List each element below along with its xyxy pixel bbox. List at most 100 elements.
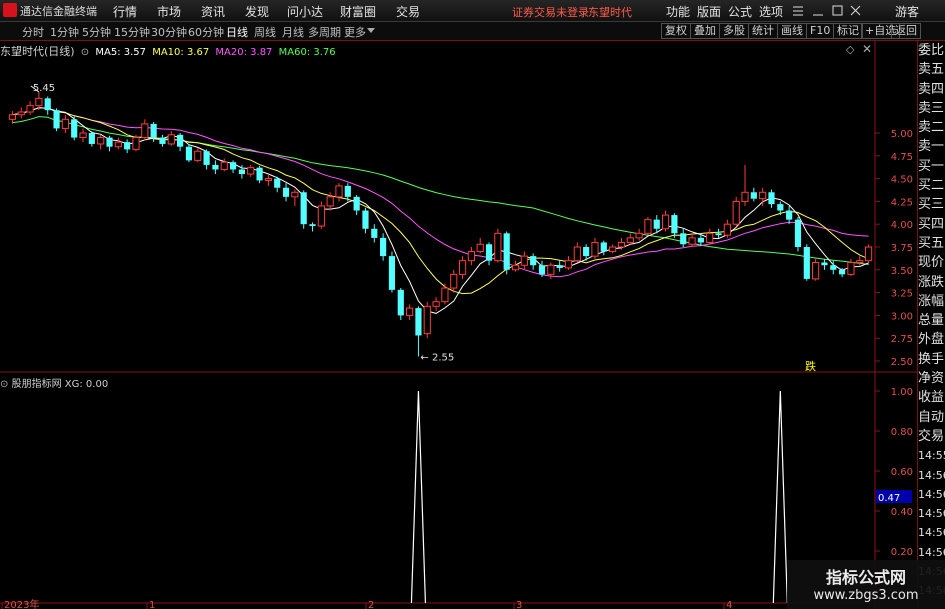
candle-body-down [212, 164, 219, 170]
menu-layout[interactable]: 版面 [697, 3, 721, 20]
menu-options[interactable]: 选项 [759, 3, 783, 20]
period-1min[interactable]: 1分钟 [50, 24, 79, 40]
candle-body-down [530, 256, 537, 266]
adjust-button[interactable]: 复权 [661, 23, 691, 39]
candle-body-down [697, 237, 704, 243]
menu-discover[interactable]: 发现 [245, 3, 269, 20]
current-stock-name: 东望时代 [588, 6, 632, 19]
mark-button[interactable]: 标记 [833, 23, 863, 39]
main-legend: 东望时代(日线) ⊙ MA5: 3.57 MA10: 3.67 MA20: 3.… [0, 43, 339, 59]
candle-body-up [467, 251, 475, 262]
menu-market[interactable]: 市场 [157, 3, 181, 20]
menu-formula[interactable]: 公式 [728, 3, 752, 20]
candle-body-down [830, 265, 837, 270]
time-tick-label: 2023年 [4, 598, 39, 609]
candle-body-down [353, 196, 360, 211]
settings-icon[interactable]: ⊙ [81, 47, 89, 58]
price-tick-label: 3.75 [891, 243, 913, 254]
side-panel-label: 总量 [918, 313, 945, 329]
candle-body-down [750, 192, 757, 199]
candle-body-up [326, 196, 334, 207]
candle-body-up [706, 232, 714, 243]
settings-icon[interactable]: ⊙ [0, 379, 8, 390]
period-weekly[interactable]: 周线 [254, 24, 276, 40]
draw-line-button[interactable]: 画线 [777, 23, 807, 39]
back-button[interactable]: 返回 [891, 23, 921, 39]
side-panel-label: 卖五 [918, 62, 945, 78]
candle-body-up [688, 237, 696, 245]
candle-body-up [547, 264, 555, 275]
chart-title: 东望时代(日线) [0, 45, 75, 58]
menu-ask[interactable]: 问小达 [287, 3, 323, 20]
menu-trade[interactable]: 交易 [396, 3, 420, 20]
price-tick-label: 3.00 [891, 311, 913, 322]
candle-body-down [282, 187, 290, 197]
f10-button[interactable]: F10 [806, 23, 835, 39]
ma10-label: MA10: 3.67 [152, 47, 210, 58]
candle-body-down [653, 219, 660, 229]
side-panel-label: 卖三 [918, 100, 945, 116]
side-panel-label: 14:56 [918, 468, 945, 482]
chevron-down-icon[interactable] [367, 28, 375, 34]
menu-wealth-circle[interactable]: 财富圈 [340, 3, 376, 20]
price-tick-label: 2.50 [891, 357, 913, 368]
candle-body-up [247, 167, 255, 175]
period-5min[interactable]: 5分钟 [82, 24, 111, 40]
candle-body-up [220, 161, 228, 170]
candle-body-down [371, 228, 378, 238]
side-panel-label: 买一 [918, 158, 945, 174]
period-monthly[interactable]: 月线 [282, 24, 304, 40]
ma20-line [12, 107, 869, 278]
period-30min[interactable]: 30分钟 [151, 24, 187, 40]
time-tick-label: 3 [516, 600, 522, 609]
diamond-icon[interactable]: ◇ [846, 43, 854, 56]
maximize-icon[interactable] [832, 5, 843, 16]
indicator-tick-label: 0.20 [891, 547, 913, 558]
candle-body-up [520, 255, 528, 266]
period-daily[interactable]: 日线 [226, 24, 248, 40]
candle-body-down [839, 269, 846, 275]
candle-body-down [768, 192, 775, 205]
period-multi[interactable]: 多周期 [308, 24, 341, 40]
candle-body-down [786, 210, 793, 220]
period-tick[interactable]: 分时 [22, 24, 44, 40]
period-more[interactable]: 更多 [344, 24, 366, 40]
side-panel-label: 净资 [918, 371, 945, 387]
close-panel-icon[interactable]: ✕ [862, 42, 872, 56]
menu-news[interactable]: 资讯 [201, 3, 225, 20]
candle-body-up [617, 241, 626, 248]
app-logo-icon [3, 3, 17, 17]
overlay-button[interactable]: 叠加 [690, 23, 720, 39]
candle-body-down [803, 247, 810, 279]
quote-side-panel: 委比 卖五 卖四 卖三 卖二 卖一 买一 买二 买三 买四 买五 现价 涨跌 涨幅 总量 外盘 换手 净资 收益 自动… [917, 41, 945, 609]
indicator-tick-label: 1.00 [891, 387, 913, 398]
indicator-tick-label: 0.40 [891, 507, 913, 518]
candle-body-down [300, 192, 307, 225]
candle-body-up [194, 150, 202, 161]
menu-quotes[interactable]: 行情 [113, 3, 137, 20]
candle-body-down [150, 123, 157, 138]
user-guest[interactable]: 游客 [895, 3, 919, 20]
candle-body-up [317, 205, 325, 227]
candle-body-up [458, 260, 467, 275]
menu-functions[interactable]: 功能 [666, 3, 690, 20]
close-icon[interactable] [850, 5, 861, 16]
candle-body-up [511, 264, 520, 271]
candle-body-down [556, 265, 563, 268]
candle-body-down [380, 237, 387, 257]
candle-body-down [821, 262, 828, 266]
candle-body-up [494, 232, 502, 262]
candle-body-down [794, 219, 802, 247]
candle-body-up [97, 137, 105, 145]
candle-body-down [185, 146, 193, 161]
menu-icon[interactable] [793, 6, 803, 16]
period-60min[interactable]: 60分钟 [188, 24, 224, 40]
candle-body-up [61, 118, 69, 129]
period-15min[interactable]: 15分钟 [114, 24, 150, 40]
multi-stock-button[interactable]: 多股 [719, 23, 749, 39]
kline-chart[interactable]: 5.00 4.75 4.50 4.25 4.00 3.75 3.50 3.25 3.00 2.75… [0, 41, 917, 609]
candle-body-up [79, 132, 87, 139]
candle-body-up [423, 305, 431, 335]
statistics-button[interactable]: 统计 [748, 23, 778, 39]
side-panel-label: 买二 [918, 178, 945, 194]
